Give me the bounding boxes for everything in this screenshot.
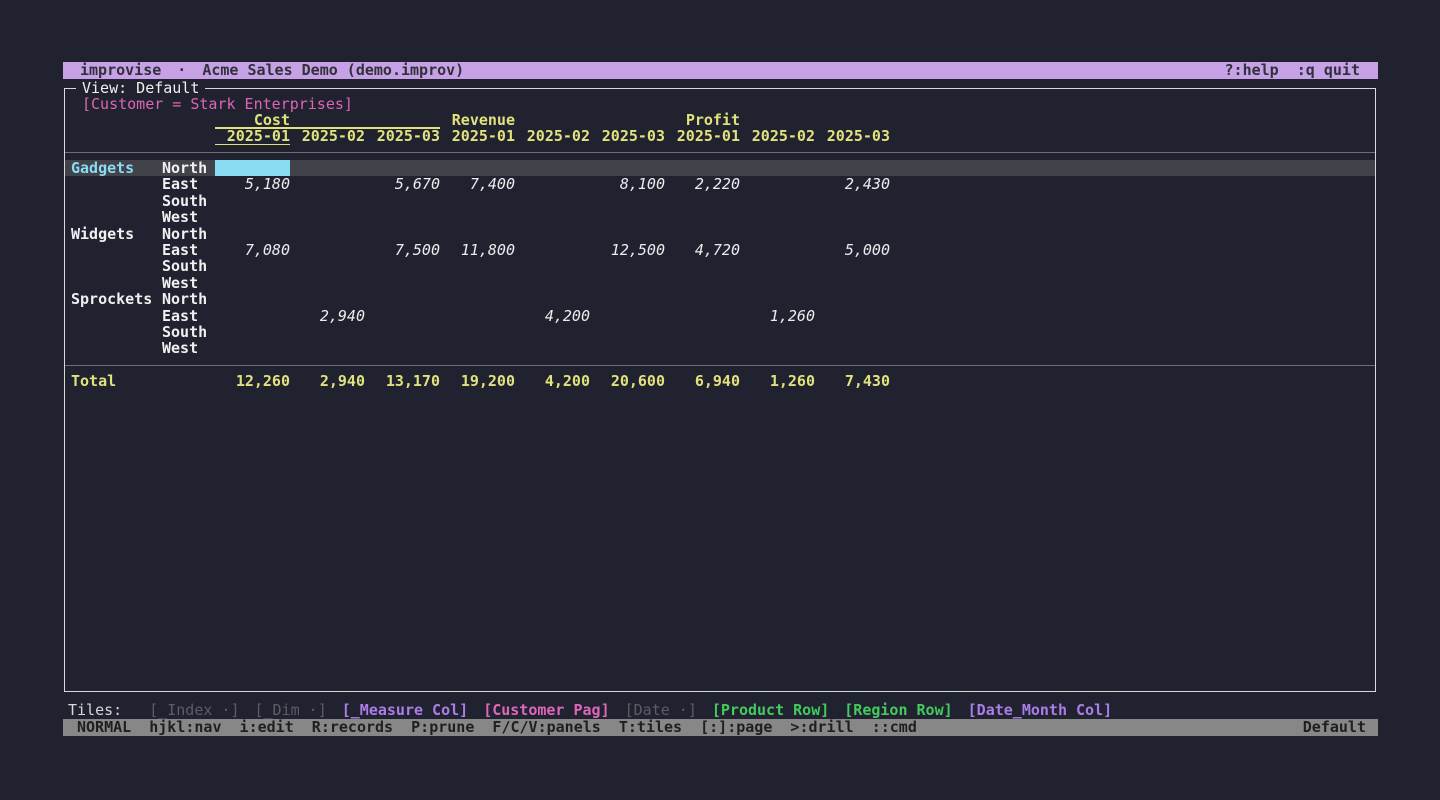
total-value-cell: 12,260 [215, 373, 290, 389]
value-cell[interactable]: 8,100 [590, 176, 665, 192]
page-filter-chip[interactable]: [Customer = Stark Enterprises] [82, 96, 353, 112]
current-view-name: Default [1303, 719, 1366, 736]
total-label: Total [71, 373, 116, 389]
value-cell[interactable]: 7,400 [440, 176, 515, 192]
table-row: East 5,180 5,6707,400 8,1002,220 2,430 [65, 176, 1375, 192]
value-cell[interactable]: 7,080 [215, 242, 290, 258]
help-quit-hint: ?:help :q quit [1225, 62, 1378, 79]
month-column-header: 2025-01 [440, 128, 515, 144]
header-separator-line [65, 152, 1375, 153]
table-row: Sprockets North [65, 291, 1375, 307]
table-row: West [65, 209, 1375, 225]
value-cell[interactable]: 2,940 [290, 308, 365, 324]
value-cell[interactable]: 12,500 [590, 242, 665, 258]
region-row-label[interactable]: North [162, 291, 207, 307]
value-cell[interactable]: 1,260 [740, 308, 815, 324]
value-cell[interactable]: 2,220 [665, 176, 740, 192]
value-cell[interactable]: 4,720 [665, 242, 740, 258]
region-row-label[interactable]: West [162, 340, 198, 356]
value-cell[interactable]: 5,670 [365, 176, 440, 192]
title-bar-left: improvise · Acme Sales Demo (demo.improv… [63, 62, 464, 79]
tile-measure-col[interactable]: [_Measure Col] [342, 702, 468, 719]
month-column-header: 2025-01 [665, 128, 740, 144]
region-row-label[interactable]: North [162, 226, 207, 242]
region-row-label[interactable]: South [162, 193, 207, 209]
total-value-cell: 6,940 [665, 373, 740, 389]
table-row: East 2,940 4,200 1,260 [65, 308, 1375, 324]
measure-group-profit: Profit [665, 112, 740, 128]
month-header-row: 2025-012025-022025-032025-012025-022025-… [65, 128, 1375, 145]
view-panel-title: View: Default [76, 80, 205, 96]
selected-cell-cursor[interactable] [215, 160, 290, 176]
table-row: East 7,080 7,50011,800 12,5004,720 5,000 [65, 242, 1375, 258]
region-row-label[interactable]: West [162, 275, 198, 291]
value-cell[interactable]: 5,000 [815, 242, 890, 258]
measure-group-header-row: Cost Revenue Profit [65, 112, 1375, 128]
tile-customer-pag[interactable]: [Customer Pag] [483, 702, 609, 719]
tile-index[interactable]: [_Index ·] [149, 702, 239, 719]
app-name: improvise [80, 62, 161, 79]
app-screen: improvise · Acme Sales Demo (demo.improv… [0, 0, 1440, 800]
tile-date[interactable]: [Date ·] [625, 702, 697, 719]
total-value-cell: 19,200 [440, 373, 515, 389]
tile-dim[interactable]: [_Dim ·] [255, 702, 327, 719]
total-value-cell: 1,260 [740, 373, 815, 389]
product-row-label[interactable]: Widgets [71, 226, 134, 242]
table-row: West [65, 275, 1375, 291]
value-cell[interactable]: 2,430 [815, 176, 890, 192]
product-row-label[interactable]: Gadgets [71, 160, 134, 176]
total-row: Total 12,2602,94013,17019,2004,20020,600… [65, 373, 1375, 390]
total-value-cell: 13,170 [365, 373, 440, 389]
value-cell[interactable]: 7,500 [365, 242, 440, 258]
region-row-label[interactable]: East [162, 242, 198, 258]
table-row: Widgets North [65, 226, 1375, 242]
total-value-cell: 20,600 [590, 373, 665, 389]
value-cell[interactable]: 11,800 [440, 242, 515, 258]
region-row-label[interactable]: North [162, 160, 207, 176]
document-title: Acme Sales Demo (demo.improv) [202, 62, 464, 79]
measure-group-cost: Cost [215, 112, 290, 128]
tile-date-month-col[interactable]: [Date_Month Col] [968, 702, 1113, 719]
month-column-header: 2025-01 [215, 128, 290, 145]
product-row-label[interactable]: Sprockets [71, 291, 152, 307]
tiles-bar-label: Tiles: [68, 702, 122, 719]
tiles-bar: Tiles: [_Index ·] [_Dim ·] [_Measure Col] [… [68, 702, 1112, 719]
region-row-label[interactable]: South [162, 258, 207, 274]
table-row: South [65, 324, 1375, 340]
region-row-label[interactable]: South [162, 324, 207, 340]
table-row: West [65, 340, 1375, 356]
total-separator-line [65, 365, 1375, 366]
status-bar: NORMAL hjkl:nav i:edit R:records P:prune… [63, 719, 1378, 736]
pivot-table-body: GadgetsNorthEast5,1805,6707,4008,1002,22… [65, 160, 1375, 358]
month-column-header: 2025-03 [365, 128, 440, 144]
month-column-header: 2025-03 [815, 128, 890, 144]
month-column-header: 2025-02 [515, 128, 590, 144]
month-column-header: 2025-03 [590, 128, 665, 144]
mode-and-keybinds: NORMAL hjkl:nav i:edit R:records P:prune… [77, 719, 917, 736]
table-row: Gadgets North [65, 160, 1375, 176]
region-row-label[interactable]: West [162, 209, 198, 225]
total-value-cell: 2,940 [290, 373, 365, 389]
table-row: South [65, 258, 1375, 274]
total-value-cell: 7,430 [815, 373, 890, 389]
table-row: South [65, 193, 1375, 209]
value-cell[interactable]: 4,200 [515, 308, 590, 324]
title-separator-dot: · [177, 62, 186, 79]
month-column-header: 2025-02 [740, 128, 815, 144]
title-bar: improvise · Acme Sales Demo (demo.improv… [63, 62, 1378, 79]
region-row-label[interactable]: East [162, 308, 198, 324]
month-column-header: 2025-02 [290, 128, 365, 144]
measure-group-revenue: Revenue [440, 112, 515, 128]
region-row-label[interactable]: East [162, 176, 198, 192]
tile-region-row[interactable]: [Region Row] [844, 702, 952, 719]
value-cell[interactable]: 5,180 [215, 176, 290, 192]
total-value-cell: 4,200 [515, 373, 590, 389]
tile-product-row[interactable]: [Product Row] [712, 702, 829, 719]
